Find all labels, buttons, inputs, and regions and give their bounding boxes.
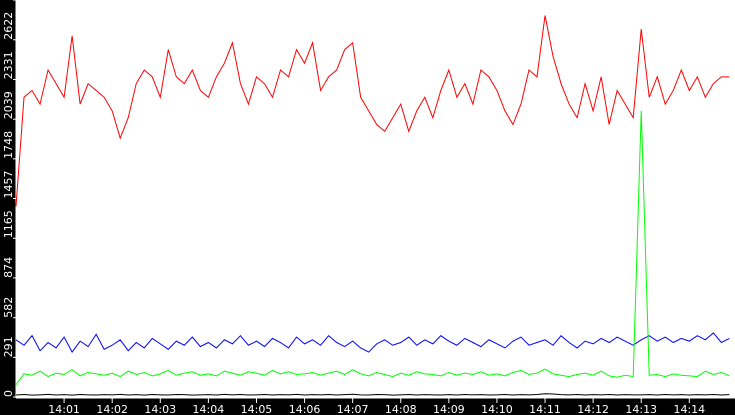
- line-chart: 02915828741165145717482039233126222914 1…: [2, 0, 735, 415]
- x-tick-label: 14:02: [96, 403, 128, 415]
- x-tick-label: 14:11: [529, 403, 561, 415]
- y-axis: 02915828741165145717482039233126222914: [2, 0, 17, 398]
- y-tick-label: 0: [2, 390, 15, 397]
- x-tick-label: 14:14: [673, 403, 705, 415]
- x-tick-label: 14:08: [385, 403, 417, 415]
- x-tick-label: 14:10: [481, 403, 513, 415]
- x-tick-label: 14:07: [337, 403, 369, 415]
- y-tick-label: 2622: [2, 12, 15, 40]
- y-tick-label: 874: [2, 257, 15, 278]
- plot-area: [16, 0, 735, 398]
- y-tick-label: 1748: [2, 131, 15, 159]
- y-tick-label: 1165: [2, 210, 15, 238]
- y-tick-label: 2039: [2, 91, 15, 119]
- x-tick-label: 14:13: [625, 403, 657, 415]
- x-tick-label: 14:09: [433, 403, 465, 415]
- y-tick-label: 582: [2, 297, 15, 318]
- x-axis: 14:01 14:02 14:03 14:04 14:05 14:06 14:07 14:08…: [16, 397, 735, 415]
- y-tick-label: 2331: [2, 51, 15, 79]
- x-tick-label: 14:03: [144, 403, 176, 415]
- x-tick-label: 14:12: [577, 403, 609, 415]
- x-tick-label: 14:06: [289, 403, 321, 415]
- y-tick-label: 1457: [2, 171, 15, 199]
- x-tick-label: 14:04: [193, 403, 225, 415]
- x-tick-label: 14:01: [48, 403, 80, 415]
- x-tick-label: 14:05: [241, 403, 273, 415]
- y-tick-label: 291: [2, 336, 15, 357]
